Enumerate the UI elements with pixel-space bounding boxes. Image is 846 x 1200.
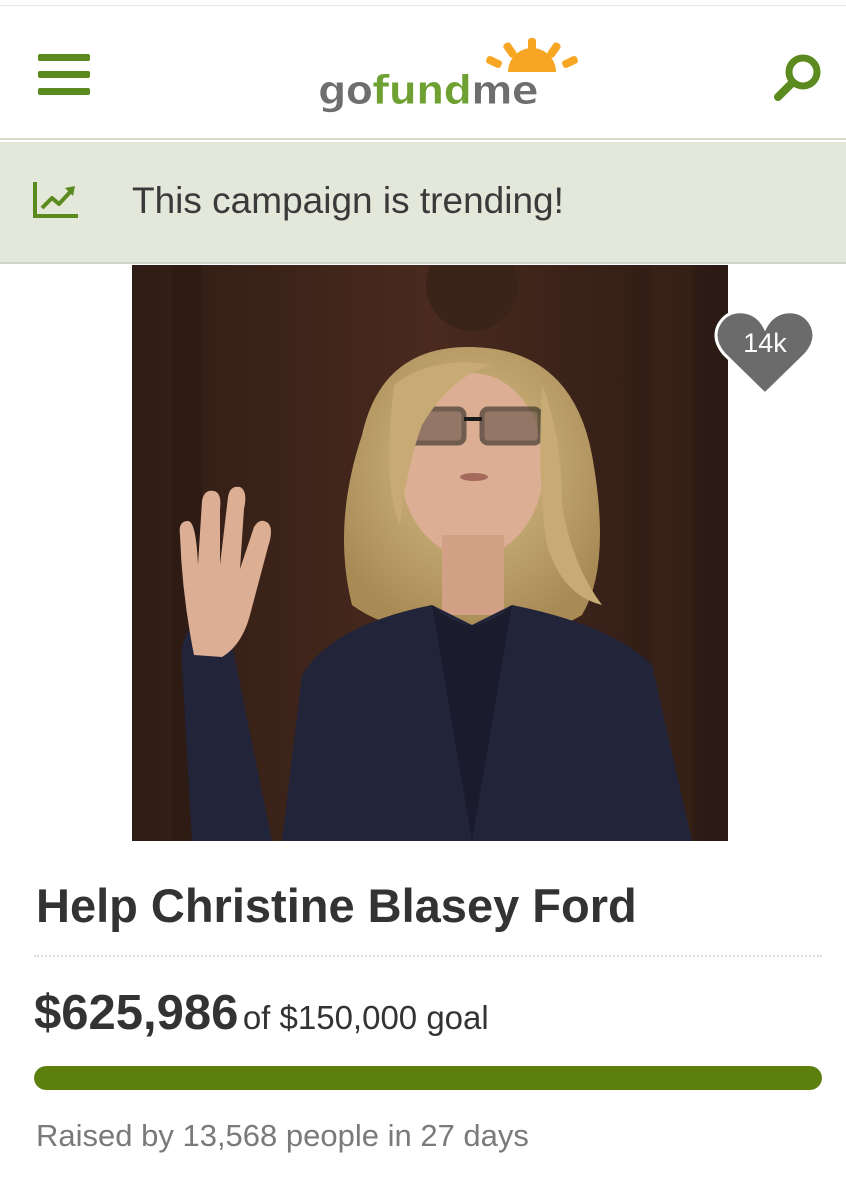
raised-amount: $625,986 xyxy=(34,986,239,1040)
divider xyxy=(34,955,822,957)
heart-count: 14k xyxy=(743,328,787,358)
amount-row: $625,986 of $150,000 goal xyxy=(34,985,489,1041)
search-icon[interactable] xyxy=(770,50,826,106)
raised-by-text: Raised by 13,568 people in 27 days xyxy=(36,1118,529,1153)
site-header: gofundme xyxy=(0,6,846,140)
progress-fill xyxy=(34,1066,822,1090)
campaign-photo-illustration xyxy=(132,265,728,841)
trending-banner: This campaign is trending! xyxy=(0,142,846,264)
gofundme-logo[interactable]: gofundme xyxy=(316,38,578,118)
heart-favorite-button[interactable]: 14k xyxy=(712,306,818,398)
trending-chart-icon xyxy=(33,182,78,218)
goal-text: of $150,000 goal xyxy=(242,999,489,1036)
campaign-title: Help Christine Blasey Ford xyxy=(36,879,637,932)
campaign-photo[interactable] xyxy=(132,265,728,841)
logo-wordmark: gofundme xyxy=(317,68,539,115)
hamburger-menu-icon[interactable] xyxy=(38,54,92,98)
progress-bar xyxy=(34,1066,822,1090)
trending-text: This campaign is trending! xyxy=(132,180,564,221)
